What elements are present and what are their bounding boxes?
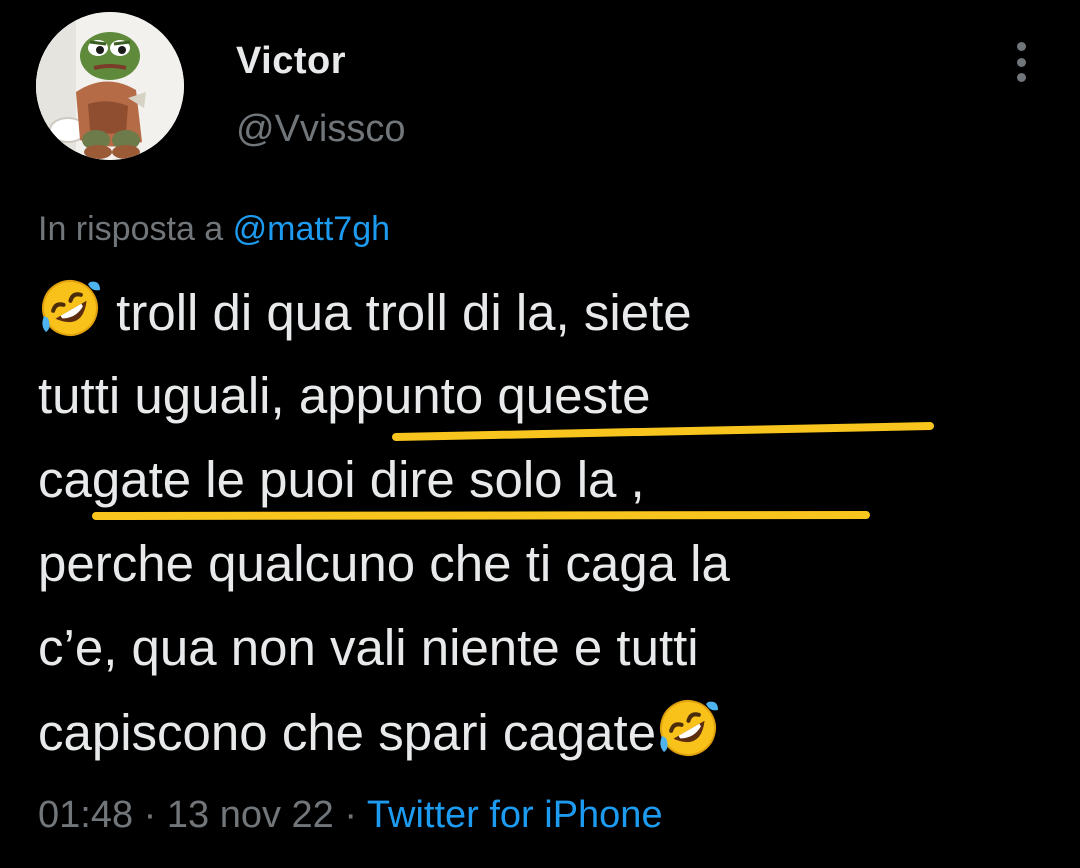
- rolling-on-the-floor-laughing-emoji: [38, 276, 102, 340]
- tweet-line: capiscono che spari cagate: [38, 696, 1048, 780]
- tweet-line-text-highlighted: cagate le puoi dire solo la ,: [38, 451, 645, 508]
- pepe-avatar-image: [36, 12, 184, 160]
- dot: [1016, 42, 1026, 51]
- display-name[interactable]: Victor: [236, 40, 346, 83]
- tweet-line: troll di qua troll di la, siete: [38, 276, 1048, 360]
- reply-mention-link[interactable]: @matt7gh: [233, 210, 390, 248]
- tweet-time[interactable]: 01:48: [38, 794, 133, 836]
- tweet-line: tutti uguali, appunto queste: [38, 360, 1048, 444]
- tweet-line-text: c’e, qua non vali niente e tutti: [38, 619, 699, 676]
- rolling-on-the-floor-laughing-emoji: [656, 696, 720, 760]
- dot: [1016, 73, 1026, 82]
- tweet-line: perche qualcuno che ti caga la: [38, 528, 1048, 612]
- tweet-line-text: troll di qua troll di la, siete: [116, 284, 692, 341]
- tweet-line-text: perche qualcuno che ti caga la: [38, 535, 730, 592]
- avatar[interactable]: [36, 12, 184, 160]
- reply-context: In risposta a @matt7gh: [38, 210, 390, 249]
- tweet-line: cagate le puoi dire solo la ,: [38, 444, 1048, 528]
- tweet-text: troll di qua troll di la, siete tutti ug…: [38, 276, 1048, 780]
- reply-prefix: In risposta a: [38, 210, 224, 248]
- tweet-line-text: tutti uguali,: [38, 367, 299, 424]
- tweet-meta: 01:48 · 13 nov 22 · Twitter for iPhone: [38, 794, 663, 837]
- tweet-line: c’e, qua non vali niente e tutti: [38, 612, 1048, 696]
- more-options-icon[interactable]: [1004, 40, 1038, 84]
- tweet-line-text-highlighted: appunto queste: [298, 367, 651, 424]
- tweet-source-link[interactable]: Twitter for iPhone: [367, 794, 663, 836]
- separator: ·: [133, 794, 167, 836]
- tweet-line-text: capiscono che spari cagate: [38, 704, 657, 761]
- tweet-date[interactable]: 13 nov 22: [167, 794, 334, 836]
- user-handle[interactable]: @Vvissco: [236, 108, 406, 151]
- dot: [1016, 57, 1026, 67]
- separator: ·: [333, 794, 367, 836]
